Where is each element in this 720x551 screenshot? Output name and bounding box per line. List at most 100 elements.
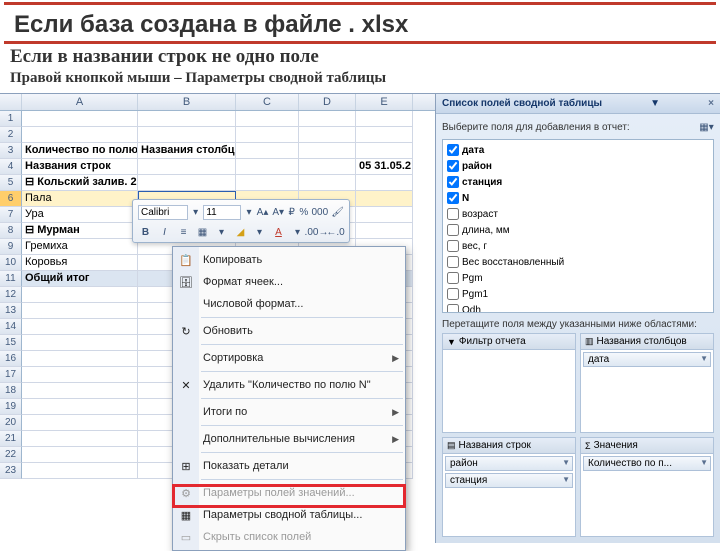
field-checkbox[interactable]: [447, 256, 459, 268]
row-header[interactable]: 19: [0, 399, 22, 415]
field-item[interactable]: станция: [445, 174, 711, 190]
context-menu-item[interactable]: Сортировка▶: [173, 347, 405, 369]
field-item[interactable]: длина, мм: [445, 222, 711, 238]
cell[interactable]: [299, 175, 356, 191]
col-B[interactable]: B: [138, 94, 236, 110]
fill-color-icon[interactable]: ◢: [233, 225, 248, 240]
cell[interactable]: [356, 223, 413, 239]
borders-icon[interactable]: ▦: [195, 225, 210, 240]
cell[interactable]: ⊟ Мурман: [22, 223, 138, 239]
cell[interactable]: [236, 159, 299, 175]
cell[interactable]: [22, 287, 138, 303]
field-item[interactable]: Odh: [445, 302, 711, 313]
cell[interactable]: Ура: [22, 207, 138, 223]
cell[interactable]: [22, 383, 138, 399]
col-A[interactable]: A: [22, 94, 138, 110]
row-header[interactable]: 10: [0, 255, 22, 271]
cell[interactable]: Названия строк: [22, 159, 138, 175]
cell[interactable]: [236, 175, 299, 191]
cell[interactable]: Общий итог: [22, 271, 138, 287]
row-header[interactable]: 12: [0, 287, 22, 303]
cell[interactable]: [138, 159, 236, 175]
cell[interactable]: [22, 303, 138, 319]
row-header[interactable]: 15: [0, 335, 22, 351]
cell[interactable]: [22, 367, 138, 383]
row-header[interactable]: 16: [0, 351, 22, 367]
currency-icon[interactable]: ₽: [288, 205, 295, 220]
row-header[interactable]: 13: [0, 303, 22, 319]
cell[interactable]: 05 31.05.2: [356, 159, 413, 175]
pane-dropdown-icon[interactable]: ▼: [650, 98, 660, 109]
field-checkbox[interactable]: [447, 176, 459, 188]
field-item[interactable]: Pgm1: [445, 286, 711, 302]
context-menu-item[interactable]: Числовой формат...: [173, 293, 405, 315]
row-header[interactable]: 18: [0, 383, 22, 399]
values-zone[interactable]: ΣЗначения Количество по п...▼: [580, 437, 714, 537]
row-header[interactable]: 7: [0, 207, 22, 223]
field-item[interactable]: Вес восстановленный: [445, 254, 711, 270]
field-checkbox[interactable]: [447, 272, 459, 284]
cell[interactable]: [356, 191, 413, 207]
mini-toolbar[interactable]: ▾ ▾ A▴ A▾ ₽ % 000 🖌 B I ≡ ▦ ▾ ◢ ▾ A ▾ .0: [132, 199, 350, 243]
row-header[interactable]: 23: [0, 463, 22, 479]
context-menu-item[interactable]: 📋Копировать: [173, 249, 405, 271]
zone-field-tag[interactable]: дата▼: [583, 352, 711, 367]
cell[interactable]: [22, 463, 138, 479]
field-item[interactable]: Pgm: [445, 270, 711, 286]
percent-icon[interactable]: %: [299, 205, 308, 220]
cell[interactable]: Гремиха: [22, 239, 138, 255]
col-D[interactable]: D: [299, 94, 356, 110]
cell[interactable]: Названия столбцов: [138, 143, 236, 159]
row-labels-zone[interactable]: ▤Названия строк район▼станция▼: [442, 437, 576, 537]
cell[interactable]: Коровья: [22, 255, 138, 271]
context-menu-item[interactable]: ↻Обновить: [173, 320, 405, 342]
cell[interactable]: [22, 399, 138, 415]
field-checkbox[interactable]: [447, 192, 459, 204]
decrease-decimal-icon[interactable]: ←.0: [328, 225, 343, 240]
cell[interactable]: [356, 111, 413, 127]
grow-font-icon[interactable]: A▴: [257, 205, 269, 220]
zone-field-tag[interactable]: станция▼: [445, 473, 573, 488]
context-menu-item[interactable]: Итоги по▶: [173, 401, 405, 423]
format-painter-icon[interactable]: 🖌: [331, 205, 344, 220]
cell[interactable]: [22, 431, 138, 447]
field-checkbox[interactable]: [447, 304, 459, 313]
cell[interactable]: Пала: [22, 191, 138, 207]
report-filter-zone[interactable]: ▼Фильтр отчета: [442, 333, 576, 433]
row-header[interactable]: 4: [0, 159, 22, 175]
font-size-input[interactable]: [203, 205, 241, 220]
chevron-down-icon[interactable]: ▾: [192, 205, 199, 220]
close-icon[interactable]: ×: [708, 98, 714, 109]
context-menu[interactable]: 📋Копировать🗄Формат ячеек...Числовой форм…: [172, 246, 406, 551]
cell[interactable]: [356, 143, 413, 159]
zone-field-tag[interactable]: Количество по п...▼: [583, 456, 711, 471]
row-header[interactable]: 6: [0, 191, 22, 207]
context-menu-item[interactable]: ▦Параметры сводной таблицы...: [173, 504, 405, 526]
chevron-down-icon[interactable]: ▾: [290, 225, 305, 240]
cell[interactable]: [22, 415, 138, 431]
row-header[interactable]: 22: [0, 447, 22, 463]
chevron-down-icon[interactable]: ▼: [562, 475, 570, 484]
field-checkbox[interactable]: [447, 208, 459, 220]
row-header[interactable]: 21: [0, 431, 22, 447]
field-checkbox[interactable]: [447, 224, 459, 236]
row-header[interactable]: 3: [0, 143, 22, 159]
row-header[interactable]: 8: [0, 223, 22, 239]
cell[interactable]: [299, 159, 356, 175]
chevron-down-icon[interactable]: ▼: [700, 458, 708, 467]
field-checkbox[interactable]: [447, 144, 459, 156]
cell[interactable]: [138, 127, 236, 143]
field-item[interactable]: вес, г: [445, 238, 711, 254]
row-header[interactable]: 11: [0, 271, 22, 287]
cell[interactable]: [356, 175, 413, 191]
context-menu-item[interactable]: ▭Скрыть список полей: [173, 526, 405, 548]
field-checkbox[interactable]: [447, 160, 459, 172]
chevron-down-icon[interactable]: ▾: [245, 205, 252, 220]
field-item[interactable]: N: [445, 190, 711, 206]
cell[interactable]: [236, 143, 299, 159]
row-header[interactable]: 20: [0, 415, 22, 431]
cell[interactable]: [22, 335, 138, 351]
cell[interactable]: [356, 127, 413, 143]
align-icon[interactable]: ≡: [176, 225, 191, 240]
cell[interactable]: [299, 111, 356, 127]
